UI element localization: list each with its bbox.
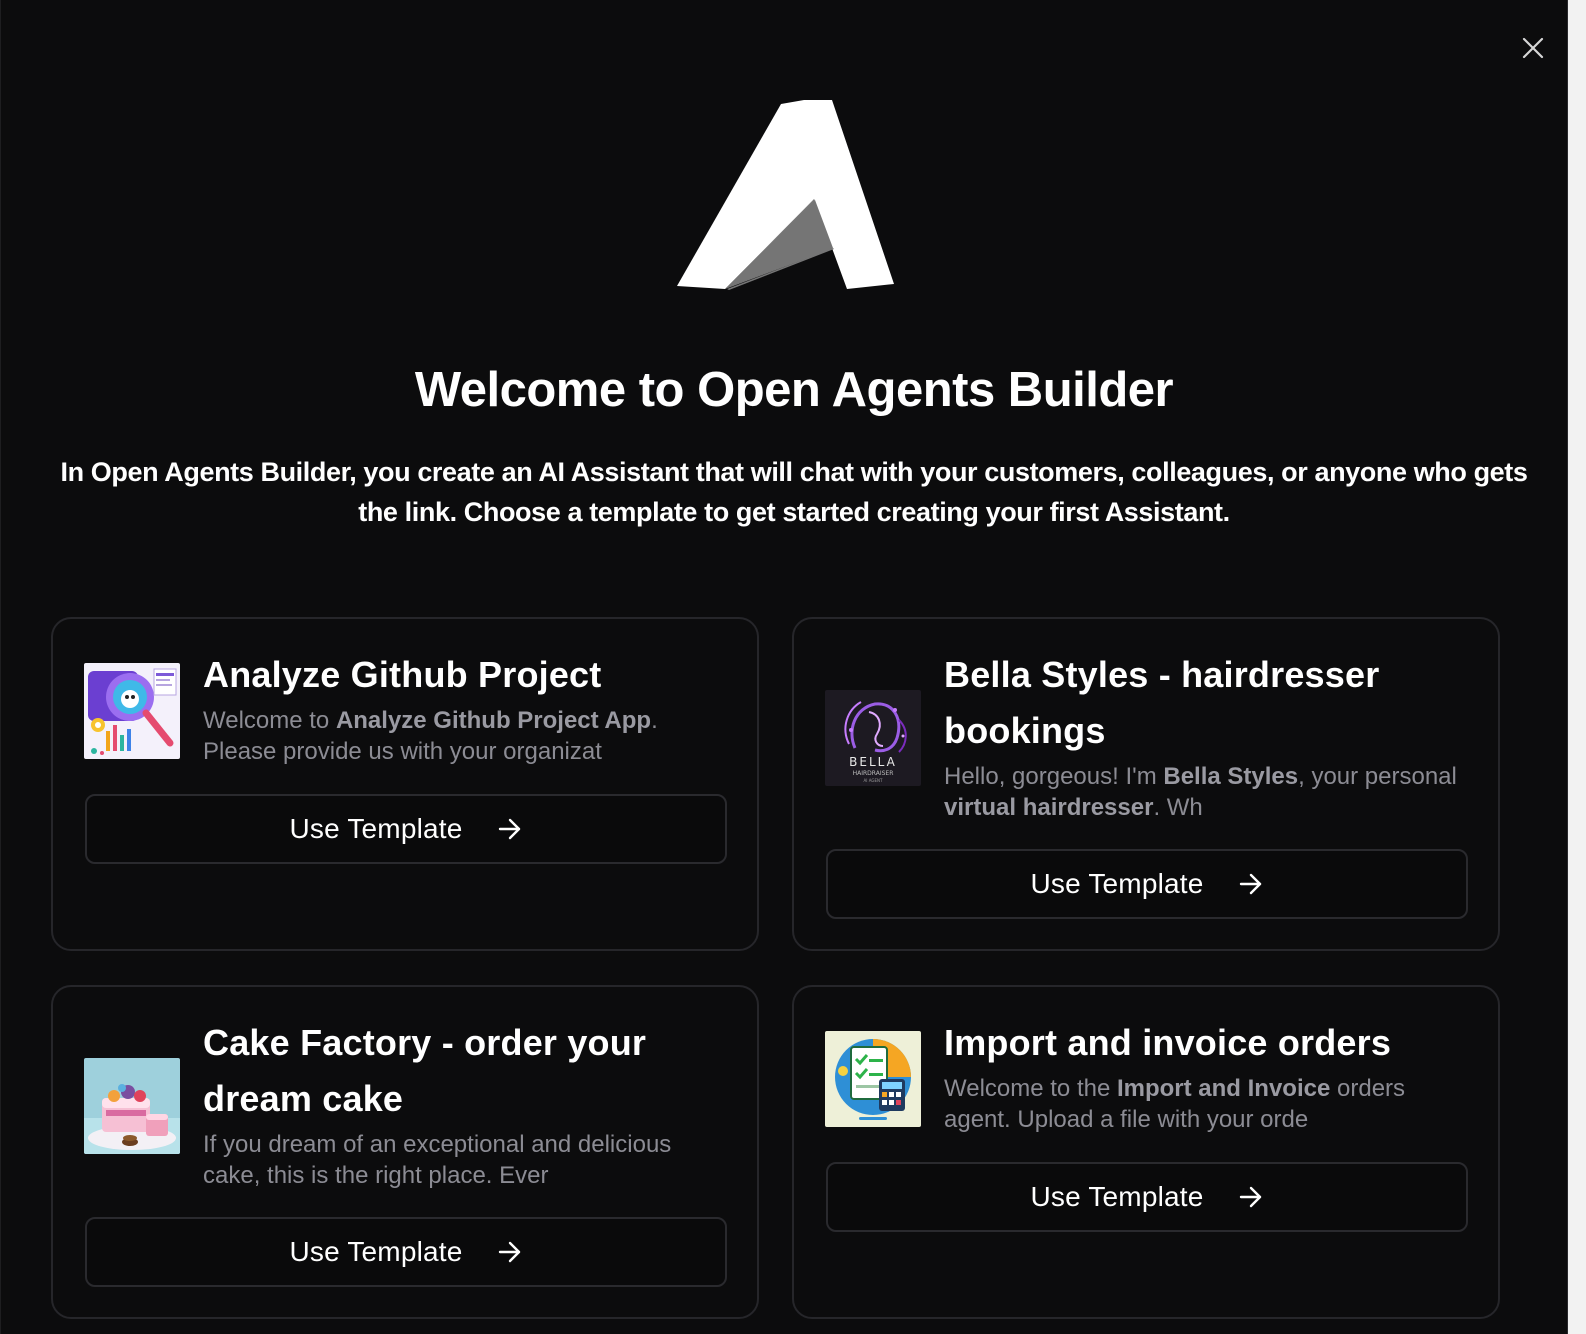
use-template-button[interactable]: Use Template — [85, 794, 727, 864]
use-template-label: Use Template — [1030, 1181, 1204, 1212]
close-button[interactable] — [1517, 32, 1549, 64]
arrow-right-icon — [498, 1241, 520, 1263]
use-template-button[interactable]: Use Template — [826, 1162, 1468, 1232]
template-title: Import and invoice orders — [944, 1022, 1392, 1063]
template-card-analyze-github: Analyze Github Project Welcome to Analyz… — [51, 617, 759, 951]
use-template-label: Use Template — [289, 1236, 463, 1267]
template-title: Cake Factory - order your dream cake — [203, 1022, 647, 1119]
bella-hairdresser-thumbnail-icon: BELLA HAIRDRAISER AI AGENT — [825, 690, 921, 786]
arrow-right-icon — [498, 818, 520, 840]
cake-thumbnail-icon — [84, 1058, 180, 1154]
use-template-button[interactable]: Use Template — [85, 1217, 727, 1287]
use-template-label: Use Template — [289, 813, 463, 844]
template-description: Welcome to the Import and Invoice orders… — [944, 1075, 1406, 1133]
svg-text:AI AGENT: AI AGENT — [864, 778, 883, 783]
template-card-cake-factory: Cake Factory - order your dream cake If … — [51, 985, 759, 1319]
template-card-bella-styles: BELLA HAIRDRAISER AI AGENT Bella Styles … — [792, 617, 1500, 951]
template-title: Bella Styles - hairdresser bookings — [944, 654, 1380, 751]
welcome-dialog: Welcome to Open Agents Builder In Open A… — [0, 0, 1568, 1334]
page-title: Welcome to Open Agents Builder — [414, 363, 1174, 417]
template-title: Analyze Github Project — [203, 654, 602, 695]
github-analyze-thumbnail-icon — [84, 663, 180, 759]
svg-text:HAIRDRAISER: HAIRDRAISER — [853, 770, 894, 777]
intro-text: In Open Agents Builder, you create an AI… — [60, 457, 1528, 527]
arrow-right-icon — [1239, 873, 1261, 895]
template-description: Welcome to Analyze Github Project App. P… — [203, 707, 658, 765]
template-description: If you dream of an exceptional and delic… — [203, 1131, 672, 1189]
use-template-button[interactable]: Use Template — [826, 849, 1468, 919]
template-card-import-invoice: Import and invoice orders Welcome to the… — [792, 985, 1500, 1319]
svg-text:BELLA: BELLA — [849, 755, 897, 769]
use-template-label: Use Template — [1030, 868, 1204, 899]
close-icon — [1522, 37, 1544, 59]
page: Welcome to Open Agents Builder In Open A… — [0, 0, 1586, 1334]
template-description: Hello, gorgeous! I'm Bella Styles, your … — [944, 763, 1457, 821]
open-agents-builder-logo-icon — [677, 100, 894, 290]
page-edge-strip — [1568, 0, 1586, 1334]
arrow-right-icon — [1239, 1186, 1261, 1208]
invoice-thumbnail-icon — [825, 1031, 921, 1127]
